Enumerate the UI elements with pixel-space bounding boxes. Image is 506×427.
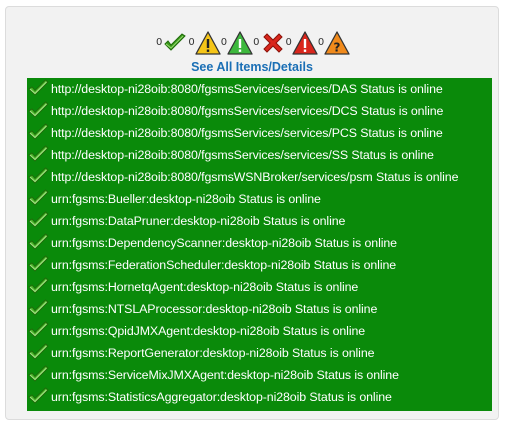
green-check-icon <box>27 255 51 275</box>
status-row: urn:fgsms:NTSLAProcessor:desktop-ni28oib… <box>27 298 492 320</box>
status-row: urn:fgsms:FederationScheduler:desktop-ni… <box>27 254 492 276</box>
status-row: urn:fgsms:DependencyScanner:desktop-ni28… <box>27 232 492 254</box>
status-row: urn:fgsms:HornetqAgent:desktop-ni28oib S… <box>27 276 492 298</box>
status-row-text: http://desktop-ni28oib:8080/fgsmsService… <box>51 82 443 96</box>
green-check-icon <box>27 299 51 319</box>
green-check-icon <box>27 233 51 253</box>
see-all-items-link[interactable]: See All Items/Details <box>6 60 498 74</box>
green-check-icon <box>27 321 51 341</box>
green-check-icon <box>27 365 51 385</box>
green-check-icon <box>27 387 51 407</box>
orange-question-icon: ? <box>324 30 350 56</box>
status-row-text: urn:fgsms:ReportGenerator:desktop-ni28oi… <box>51 346 375 360</box>
status-row-text: urn:fgsms:QpidJMXAgent:desktop-ni28oib S… <box>51 324 366 338</box>
status-row-text: urn:fgsms:DataPruner:desktop-ni28oib Sta… <box>51 214 346 228</box>
green-check-icon <box>27 277 51 297</box>
status-row: urn:fgsms:Bueller:desktop-ni28oib Status… <box>27 188 492 210</box>
yellow-warning-icon <box>195 30 221 56</box>
green-check-icon <box>27 123 51 143</box>
green-warning-icon <box>227 30 253 56</box>
status-row-text: urn:fgsms:StatisticsAggregator:desktop-n… <box>51 390 392 404</box>
green-check-icon <box>27 79 51 99</box>
red-warning-icon <box>292 30 318 56</box>
status-row-text: urn:fgsms:DependencyScanner:desktop-ni28… <box>51 236 397 250</box>
status-row-text: urn:fgsms:ServiceMixJMXAgent:desktop-ni2… <box>51 368 399 382</box>
status-row: urn:fgsms:QpidJMXAgent:desktop-ni28oib S… <box>27 320 492 342</box>
status-row-text: urn:fgsms:Bueller:desktop-ni28oib Status… <box>51 192 321 206</box>
green-check-icon <box>27 189 51 209</box>
status-row: urn:fgsms:StatisticsAggregator:desktop-n… <box>27 386 492 408</box>
status-row-text: http://desktop-ni28oib:8080/fgsmsWSNBrok… <box>51 170 459 184</box>
status-summary: 0 0 0 0 0 0 ? <box>156 28 350 58</box>
status-row-text: urn:fgsms:FederationScheduler:desktop-ni… <box>51 258 397 272</box>
svg-text:?: ? <box>334 41 341 55</box>
status-row-text: http://desktop-ni28oib:8080/fgsmsService… <box>51 104 444 118</box>
status-row: http://desktop-ni28oib:8080/fgsmsService… <box>27 100 492 122</box>
status-row: urn:fgsms:ServiceMixJMXAgent:desktop-ni2… <box>27 364 492 386</box>
green-check-icon <box>162 30 188 56</box>
status-row: http://desktop-ni28oib:8080/fgsmsWSNBrok… <box>27 166 492 188</box>
status-row-text: urn:fgsms:HornetqAgent:desktop-ni28oib S… <box>51 280 359 294</box>
status-row-text: http://desktop-ni28oib:8080/fgsmsService… <box>51 148 434 162</box>
status-panel: 0 0 0 0 0 0 ? See All Items/Details http… <box>5 6 499 420</box>
status-list: http://desktop-ni28oib:8080/fgsmsService… <box>27 78 492 411</box>
status-row: urn:fgsms:DataPruner:desktop-ni28oib Sta… <box>27 210 492 232</box>
status-row-text: urn:fgsms:NTSLAProcessor:desktop-ni28oib… <box>51 302 378 316</box>
status-row: urn:fgsms:ReportGenerator:desktop-ni28oi… <box>27 342 492 364</box>
green-check-icon <box>27 101 51 121</box>
green-check-icon <box>27 343 51 363</box>
green-check-icon <box>27 167 51 187</box>
status-row: http://desktop-ni28oib:8080/fgsmsService… <box>27 144 492 166</box>
status-row: http://desktop-ni28oib:8080/fgsmsService… <box>27 78 492 100</box>
status-row-text: http://desktop-ni28oib:8080/fgsmsService… <box>51 126 443 140</box>
status-row: http://desktop-ni28oib:8080/fgsmsService… <box>27 122 492 144</box>
green-check-icon <box>27 145 51 165</box>
green-check-icon <box>27 211 51 231</box>
red-x-icon <box>260 30 286 56</box>
